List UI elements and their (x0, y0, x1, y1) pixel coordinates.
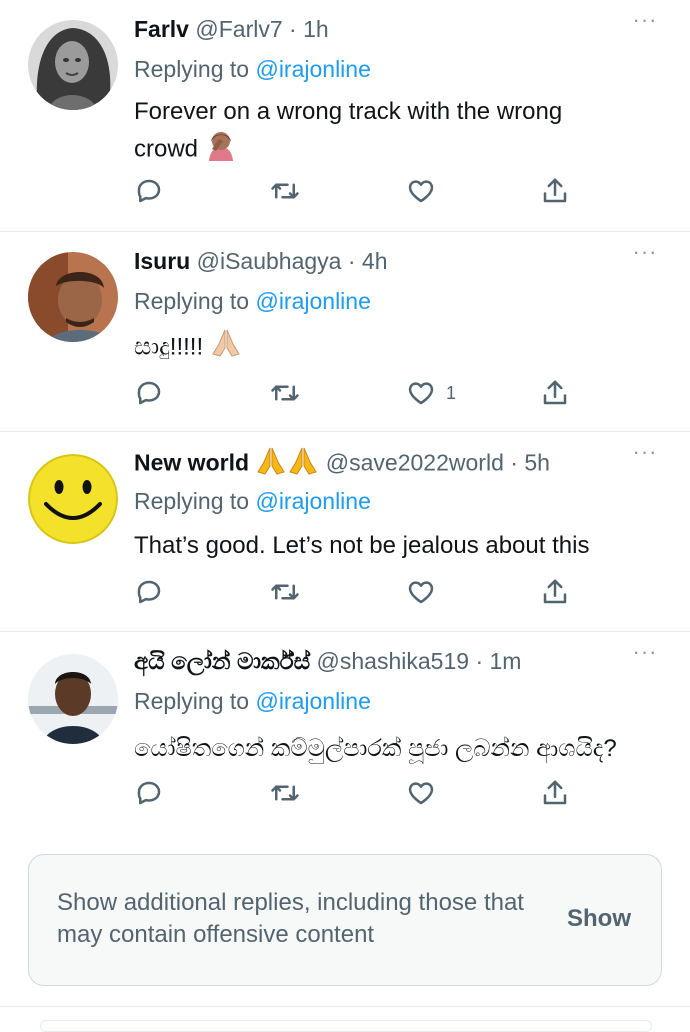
like-button[interactable] (406, 577, 446, 607)
share-icon (543, 780, 567, 805)
tweet-shashika[interactable]: අයි ලෝන් මාර්ක්ස් @shashika519 · 1m ··· … (0, 632, 690, 828)
like-button[interactable]: 1 (406, 378, 456, 408)
replying-to: Replying to @irajonline (134, 286, 371, 316)
tweet-isuru[interactable]: Isuru @iSaubhagya · 4h ··· Replying to @… (0, 232, 690, 432)
tweet-new-world[interactable]: New world @save2022world · 5h ··· Replyi… (0, 432, 690, 632)
like-icon (408, 180, 434, 203)
like-icon (408, 782, 434, 805)
avatar[interactable] (28, 20, 118, 110)
notice-text: Show additional replies, including those… (57, 889, 524, 948)
tweet-text-content: That’s good. Let’s not be jealous about … (134, 532, 590, 559)
timestamp[interactable]: 1m (490, 648, 522, 674)
separator-dot: · (347, 248, 356, 274)
tweet-text: Forever on a wrong track with the wrong … (134, 95, 624, 171)
mention-link[interactable]: @irajonline (255, 56, 370, 82)
divider (0, 1006, 690, 1007)
user-handle[interactable]: @shashika519 (317, 648, 470, 674)
tweet-actions (134, 778, 594, 808)
tweet-header: Farlv @Farlv7 · 1h (134, 14, 329, 44)
retweet-icon (271, 785, 299, 801)
display-name[interactable]: අයි ලෝන් මාර්ක්ස් (134, 648, 310, 674)
tweet-actions (134, 577, 594, 607)
reply-button[interactable] (134, 176, 164, 206)
avatar[interactable] (28, 454, 118, 544)
share-icon (543, 579, 567, 604)
tweet-actions: 1 (134, 378, 594, 408)
share-button[interactable] (540, 778, 570, 808)
replying-to-label: Replying to (134, 488, 250, 514)
retweet-button[interactable] (270, 778, 300, 808)
folded-hands-emoji (255, 446, 319, 483)
retweet-icon (271, 584, 299, 600)
reply-icon (137, 781, 161, 805)
user-handle[interactable]: @Farlv7 (195, 16, 282, 42)
retweet-button[interactable] (270, 378, 300, 408)
mention-link[interactable]: @irajonline (255, 288, 370, 314)
facepalm-emoji (205, 129, 237, 171)
like-icon (408, 382, 434, 405)
mention-link[interactable]: @irajonline (255, 488, 370, 514)
separator-dot: · (289, 16, 297, 42)
like-count: 1 (446, 382, 457, 403)
share-button[interactable] (540, 176, 570, 206)
more-icon[interactable]: ··· (630, 641, 660, 666)
reply-button[interactable] (134, 577, 164, 607)
tweet-text-content: සාදු!!!!! (134, 333, 204, 361)
show-button[interactable]: Show (567, 905, 631, 933)
timestamp[interactable]: 5h (524, 450, 550, 476)
tweet-text-content: Forever on a wrong track with the wrong … (134, 98, 563, 163)
like-button[interactable] (406, 778, 446, 808)
folded-hands-emoji (210, 328, 242, 368)
tweet-text-content: යෝෂිතගෙන් කම්මුල්පාරක් පූජා ලබන්න ආශයිද? (134, 735, 617, 762)
more-icon[interactable]: ··· (630, 441, 660, 466)
reply-composer-edge (40, 1020, 652, 1032)
share-icon (543, 380, 567, 405)
retweet-button[interactable] (270, 577, 300, 607)
timestamp[interactable]: 4h (362, 248, 388, 274)
tweet-farlv[interactable]: Farlv @Farlv7 · 1h ··· Replying to @iraj… (0, 0, 690, 232)
like-button[interactable] (406, 176, 446, 206)
replying-to-label: Replying to (134, 688, 250, 714)
replying-to: Replying to @irajonline (134, 54, 371, 84)
reply-icon (137, 381, 161, 405)
replying-to: Replying to @irajonline (134, 486, 371, 516)
user-handle[interactable]: @iSaubhagya (197, 248, 342, 274)
tweet-header: අයි ලෝන් මාර්ක්ස් @shashika519 · 1m (134, 646, 521, 676)
retweet-icon (271, 183, 299, 199)
avatar[interactable] (28, 252, 118, 342)
reply-button[interactable] (134, 778, 164, 808)
more-icon[interactable]: ··· (630, 241, 660, 266)
separator-dot: · (510, 449, 518, 476)
tweet-actions (134, 176, 594, 206)
share-button[interactable] (540, 378, 570, 408)
tweet-text: That’s good. Let’s not be jealous about … (134, 529, 674, 563)
tweet-text: යෝෂිතගෙන් කම්මුල්පාරක් පූජා ලබන්න ආශයිද? (134, 732, 674, 766)
retweet-icon (271, 385, 299, 401)
replying-to-label: Replying to (134, 56, 250, 82)
share-icon (543, 178, 567, 203)
reply-icon (137, 580, 161, 604)
reply-icon (137, 179, 161, 203)
display-name[interactable]: Isuru (134, 248, 190, 274)
replying-to: Replying to @irajonline (134, 686, 371, 716)
separator-dot: · (475, 648, 484, 674)
retweet-button[interactable] (270, 176, 300, 206)
like-icon (408, 581, 434, 604)
avatar[interactable] (28, 654, 118, 744)
display-name[interactable]: Farlv (134, 16, 189, 42)
user-handle[interactable]: @save2022world (326, 450, 504, 476)
tweet-text: සාදු!!!!! (134, 328, 634, 368)
additional-replies-notice: Show additional replies, including those… (28, 854, 662, 986)
more-icon[interactable]: ··· (630, 9, 660, 34)
tweet-header: Isuru @iSaubhagya · 4h (134, 246, 388, 276)
share-button[interactable] (540, 577, 570, 607)
replying-to-label: Replying to (134, 288, 250, 314)
mention-link[interactable]: @irajonline (255, 688, 370, 714)
timestamp[interactable]: 1h (303, 16, 329, 42)
tweet-header: New world @save2022world · 5h (134, 446, 550, 483)
reply-button[interactable] (134, 378, 164, 408)
display-name[interactable]: New world (134, 450, 249, 476)
